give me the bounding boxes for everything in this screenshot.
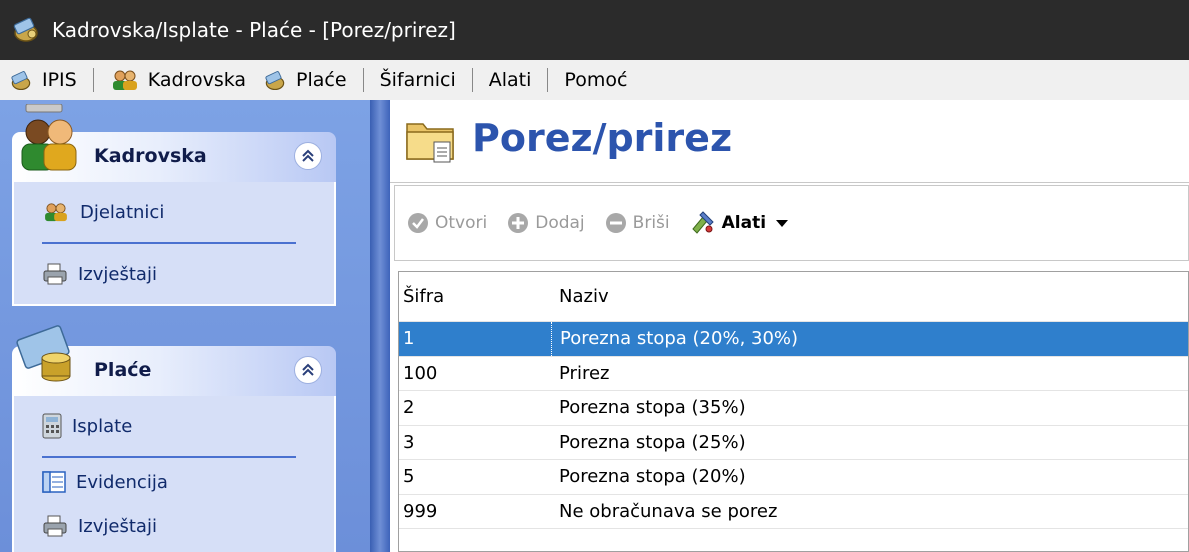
cell-name: Prirez — [559, 362, 610, 384]
delete-button[interactable]: Briši — [605, 212, 670, 234]
money-bag-icon — [265, 71, 285, 91]
cell-name: Porezna stopa (25%) — [559, 431, 746, 453]
window-title: Kadrovska/Isplate - Plaće - [Porez/prire… — [52, 18, 456, 42]
calculator-icon — [42, 413, 62, 439]
grid-header: Šifra Naziv — [399, 272, 1188, 322]
column-header-name[interactable]: Naziv — [551, 272, 1188, 321]
menu-alati-label: Alati — [488, 69, 532, 91]
cell-name: Ne obračunava se porez — [559, 500, 778, 522]
cell-name: Porezna stopa (20%) — [559, 466, 746, 488]
table-row[interactable]: 2 Porezna stopa (35%) — [399, 391, 1188, 426]
users-icon — [112, 70, 137, 90]
nav-item-label: Izvještaji — [78, 263, 157, 285]
menu-separator — [362, 68, 364, 92]
menu-place-label: Plaće — [296, 69, 347, 91]
cell-code: 5 — [403, 466, 415, 488]
nav-item-isplate[interactable]: Isplate — [14, 396, 334, 456]
check-circle-icon — [408, 213, 428, 233]
chevron-up-double-icon — [302, 363, 314, 376]
nav-group-header-place[interactable]: Plaće — [12, 325, 336, 396]
cell-name: Porezna stopa (20%, 30%) — [551, 322, 1188, 356]
open-button[interactable]: Otvori — [407, 212, 487, 234]
minus-circle-icon — [605, 213, 626, 233]
menu-ipis-label: IPIS — [42, 69, 77, 91]
coins-icon — [16, 318, 80, 393]
menu-alati[interactable]: Alati — [481, 60, 540, 100]
nav-group-body: Isplate Evidencija Izvještaji — [12, 396, 336, 552]
menu-place[interactable]: Plaće — [254, 60, 355, 100]
menu-separator — [471, 68, 473, 92]
panel-splitter[interactable] — [370, 100, 390, 552]
nav-item-izvjestaji[interactable]: Izvještaji — [14, 506, 334, 546]
delete-button-label: Briši — [632, 213, 670, 233]
cell-name: Porezna stopa (35%) — [559, 397, 746, 419]
folder-document-icon — [406, 123, 454, 163]
users-icon — [45, 203, 67, 222]
cell-code: 2 — [403, 397, 415, 419]
printer-icon — [43, 263, 67, 285]
main-content: Porez/prirez Otvori Dodaj Briši Alati Ši… — [390, 100, 1189, 552]
table-row[interactable]: 3 Porezna stopa (25%) — [399, 426, 1188, 460]
nav-group-kadrovska: Kadrovska Djelatnici Izvještaji — [12, 103, 336, 306]
collapse-button[interactable] — [294, 356, 322, 384]
people-group-icon — [16, 103, 80, 179]
open-button-label: Otvori — [435, 213, 488, 233]
printer-icon — [43, 515, 67, 537]
table-row[interactable]: 100 Prirez — [399, 357, 1188, 391]
menu-bar: IPIS Kadrovska Plaće Šifarnici Alati Pom… — [0, 60, 1189, 100]
nav-item-djelatnici[interactable]: Djelatnici — [14, 182, 334, 242]
menu-kadrovska-label: Kadrovska — [147, 69, 247, 91]
table-row[interactable]: 1 Porezna stopa (20%, 30%) — [399, 322, 1188, 357]
plus-circle-icon — [508, 213, 529, 233]
page-title: Porez/prirez — [472, 116, 733, 160]
data-grid: Šifra Naziv 1 Porezna stopa (20%, 30%) 1… — [398, 271, 1189, 552]
nav-item-label: Isplate — [72, 415, 133, 437]
table-icon — [42, 471, 66, 493]
cell-code: 1 — [403, 328, 415, 350]
nav-group-title: Plaće — [94, 359, 152, 381]
menu-ipis[interactable]: IPIS — [0, 60, 85, 100]
cell-code: 100 — [403, 362, 438, 384]
menu-pomoc[interactable]: Pomoć — [556, 60, 635, 100]
menu-kadrovska[interactable]: Kadrovska — [102, 60, 254, 100]
money-bag-icon — [11, 71, 31, 91]
column-header-code[interactable]: Šifra — [399, 286, 551, 307]
tools-icon — [691, 211, 714, 234]
table-row[interactable]: 5 Porezna stopa (20%) — [399, 460, 1188, 495]
money-bag-icon — [10, 15, 44, 45]
nav-group-title: Kadrovska — [94, 145, 207, 167]
nav-item-label: Izvještaji — [78, 515, 157, 537]
menu-separator — [547, 68, 549, 92]
menu-pomoc-label: Pomoć — [564, 69, 628, 91]
nav-group-place: Plaće Isplate Evidencija Izvještaji — [12, 325, 336, 552]
tools-button-label: Alati — [721, 213, 767, 233]
table-row[interactable]: 999 Ne obračunava se porez — [399, 495, 1188, 529]
page-header: Porez/prirez — [404, 112, 732, 164]
nav-item-label: Djelatnici — [80, 201, 165, 223]
header-divider — [390, 182, 1189, 183]
cell-code: 999 — [403, 500, 438, 522]
nav-item-izvjestaji[interactable]: Izvještaji — [14, 244, 334, 304]
nav-group-body: Djelatnici Izvještaji — [12, 182, 336, 306]
add-button[interactable]: Dodaj — [507, 212, 585, 234]
navigation-panel: Kadrovska Djelatnici Izvještaji Plaće Is… — [0, 100, 370, 552]
menu-sifarnici[interactable]: Šifarnici — [372, 60, 464, 100]
menu-separator — [92, 68, 94, 92]
chevron-down-icon[interactable] — [776, 219, 789, 227]
nav-item-label: Evidencija — [76, 471, 168, 493]
tools-button[interactable]: Alati — [690, 211, 789, 235]
nav-group-header-kadrovska[interactable]: Kadrovska — [12, 103, 336, 182]
add-button-label: Dodaj — [535, 213, 585, 233]
menu-sifarnici-label: Šifarnici — [379, 69, 456, 91]
collapse-button[interactable] — [294, 142, 322, 170]
cell-code: 3 — [403, 431, 415, 453]
title-bar: Kadrovska/Isplate - Plaće - [Porez/prire… — [0, 0, 1189, 60]
chevron-up-double-icon — [302, 149, 314, 162]
toolbar: Otvori Dodaj Briši Alati — [394, 185, 1189, 261]
nav-item-evidencija[interactable]: Evidencija — [14, 458, 334, 506]
